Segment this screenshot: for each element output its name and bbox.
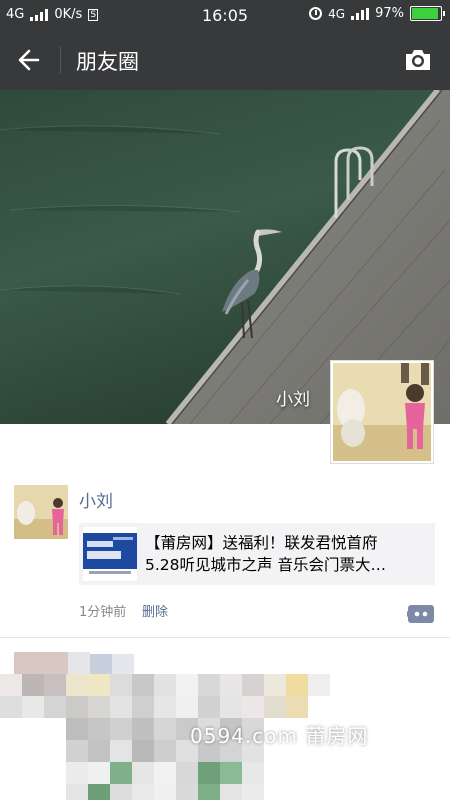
status-bar: 4G 0K/s S 16:05 4G 97% (0, 0, 450, 30)
delete-link[interactable]: 删除 (142, 601, 168, 620)
page-title: 朋友圈 (76, 50, 139, 74)
post-separator (0, 637, 450, 638)
post-author-name[interactable]: 小刘 (79, 487, 113, 512)
link-title-line1: 【莆房网】送福利！联发君悦首府 (145, 534, 378, 552)
comment-icon (404, 605, 434, 623)
alarm-icon (309, 7, 323, 20)
my-avatar[interactable] (330, 360, 434, 464)
post-author-avatar[interactable] (14, 485, 68, 539)
cover-user-name: 小刘 (276, 390, 310, 410)
link-card[interactable]: 【莆房网】送福利！联发君悦首府 5.28听见城市之声 音乐会门票大… (79, 523, 435, 585)
camera-button[interactable] (402, 44, 434, 76)
post-timestamp: 1分钟前 (79, 605, 127, 620)
battery-icon (410, 6, 445, 21)
post-avatar-photo (14, 485, 68, 539)
title-divider (60, 46, 61, 74)
link-thumbnail (83, 527, 137, 581)
battery-percent: 97% (375, 6, 404, 21)
back-button[interactable] (10, 42, 50, 78)
title-bar: 朋友圈 (0, 30, 450, 90)
network-type-right: 4G (328, 6, 346, 21)
link-title: 【莆房网】送福利！联发君悦首府 5.28听见城市之声 音乐会门票大… (145, 532, 427, 576)
avatar-photo (333, 363, 431, 461)
signal-icon-right (351, 7, 370, 20)
camera-icon (406, 50, 430, 70)
link-title-line2: 5.28听见城市之声 音乐会门票大… (145, 556, 386, 574)
watermark: 0594.com 莆房网 (190, 724, 369, 748)
comment-button[interactable] (404, 603, 435, 625)
arrow-left-icon (18, 49, 40, 71)
